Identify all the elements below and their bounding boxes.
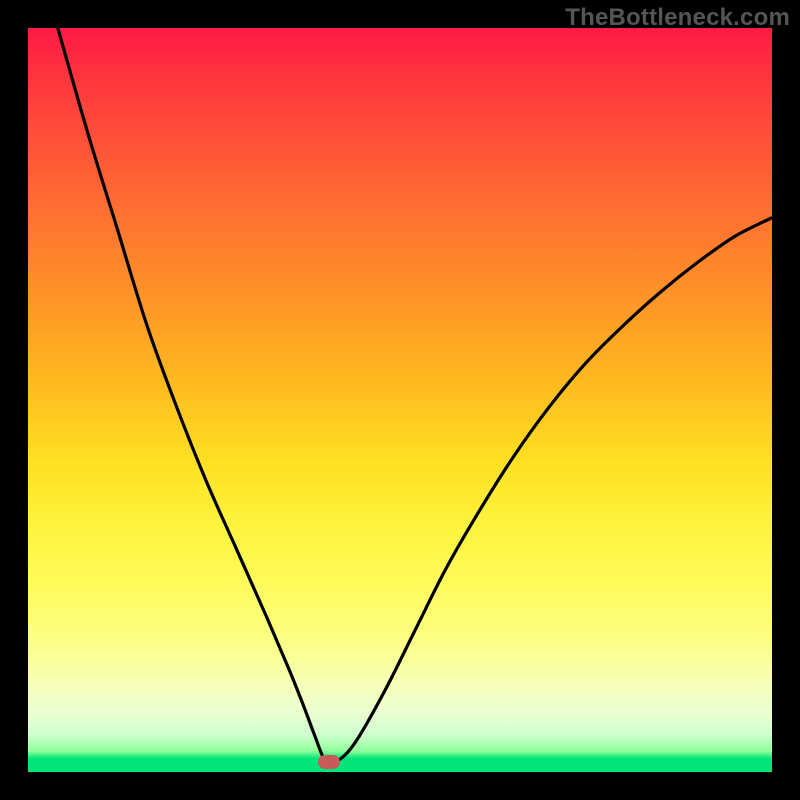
watermark-text: TheBottleneck.com — [565, 4, 790, 32]
chart-frame: TheBottleneck.com — [0, 0, 800, 800]
curve-svg — [28, 28, 772, 772]
bottleneck-curve — [28, 28, 772, 764]
plot-area — [28, 28, 772, 772]
curve-min-marker — [318, 755, 340, 769]
